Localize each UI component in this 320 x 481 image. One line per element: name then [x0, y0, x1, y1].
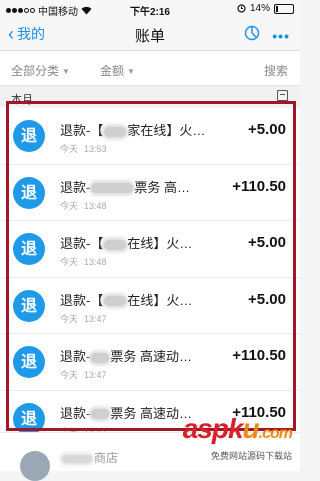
- more-icon[interactable]: •••: [272, 28, 290, 44]
- name-prefix: 退款-【: [60, 236, 104, 251]
- refund-avatar: 退: [13, 233, 45, 265]
- date-label: 今天: [60, 313, 79, 324]
- nav-bar: ‹ 我的 账单 •••: [0, 18, 300, 51]
- list-item[interactable]: 退 退款- 票务 高速动… 今天 13:47 +110.50: [0, 334, 300, 391]
- name-suffix: 票务 高速动…: [110, 349, 192, 364]
- caret-down-icon: ▼: [62, 67, 70, 77]
- status-bar: 中国移动 下午2:16 14%: [0, 0, 300, 18]
- transaction-time: 今天 13:53: [60, 142, 107, 155]
- name-prefix: 退款-【: [60, 123, 104, 138]
- refund-avatar: 退: [13, 289, 45, 322]
- amount-filter[interactable]: 金额 ▼: [100, 62, 135, 79]
- month-section-header: 本月: [0, 86, 300, 106]
- transaction-name: 退款- 票务 高速动…: [60, 346, 192, 365]
- name-suffix: 票务 高速动…: [110, 405, 192, 421]
- list-item[interactable]: 退 退款-【 家在线】火… 今天 13:53 +5.00: [0, 108, 300, 165]
- refund-avatar: 退: [13, 176, 45, 209]
- transaction-amount: +5.00: [248, 121, 286, 138]
- transaction-time: 今天 13:48: [60, 199, 107, 212]
- name-prefix: 退款-: [60, 405, 91, 421]
- redacted-blur: [62, 454, 92, 463]
- section-label: 本月: [11, 94, 33, 106]
- list-item-partial[interactable]: 商店: [0, 432, 300, 481]
- amount-filter-label: 金额: [100, 64, 125, 78]
- partial-text: 商店: [62, 449, 118, 466]
- transaction-amount: +110.50: [232, 177, 286, 195]
- name-suffix: 票务 高…: [134, 179, 190, 195]
- transaction-time: 今天 13:48: [60, 255, 107, 268]
- redacted-blur: [91, 183, 134, 194]
- time-label: 13:53: [84, 144, 107, 154]
- alarm-icon: [237, 4, 246, 13]
- battery-group: 14%: [237, 3, 294, 14]
- redacted-blur: [91, 352, 110, 363]
- search-button[interactable]: 搜索: [264, 62, 288, 79]
- date-label: 今天: [60, 144, 79, 154]
- name-prefix: 退款-: [60, 349, 91, 364]
- calendar-icon[interactable]: [277, 90, 288, 101]
- category-filter[interactable]: 全部分类 ▼: [11, 62, 70, 79]
- transaction-name: 退款-【 在线】火…: [60, 290, 192, 309]
- name-suffix: 在线】火…: [127, 292, 193, 308]
- time-label: 13:48: [84, 200, 107, 211]
- refund-avatar: 退: [13, 402, 45, 435]
- name-prefix: 退款-【: [60, 292, 104, 308]
- transaction-list: 退 退款-【 家在线】火… 今天 13:53 +5.00 退 退款- 票务 高… 今天…: [0, 108, 300, 447]
- date-label: 今天: [60, 200, 79, 211]
- transaction-name: 退款-【 在线】火…: [60, 233, 192, 252]
- redacted-blur: [104, 296, 127, 307]
- avatar: [20, 451, 50, 481]
- redacted-blur: [91, 409, 110, 420]
- time-label: 13:48: [84, 257, 107, 267]
- list-item[interactable]: 退 退款- 票务 高… 今天 13:48 +110.50: [0, 165, 300, 221]
- redacted-blur: [104, 239, 127, 250]
- name-suffix: 在线】火…: [127, 236, 193, 251]
- transaction-amount: +110.50: [232, 403, 286, 421]
- transaction-name: 退款-【 家在线】火…: [60, 120, 205, 139]
- battery-percent: 14%: [249, 3, 270, 14]
- partial-label: 商店: [94, 451, 119, 465]
- date-label: 今天: [60, 257, 79, 267]
- refund-avatar: 退: [13, 120, 45, 152]
- transaction-time: 今天 13:47: [60, 312, 107, 325]
- time-label: 13:47: [84, 313, 107, 324]
- transaction-name: 退款- 票务 高速动…: [60, 403, 192, 422]
- filter-bar: 全部分类 ▼ 金额 ▼ 搜索: [0, 51, 300, 86]
- transaction-amount: +5.00: [248, 234, 286, 251]
- list-item[interactable]: 退 退款-【 在线】火… 今天 13:47 +5.00: [0, 278, 300, 334]
- transaction-amount: +110.50: [232, 347, 286, 364]
- list-item[interactable]: 退 退款-【 在线】火… 今天 13:48 +5.00: [0, 221, 300, 278]
- transaction-name: 退款- 票务 高…: [60, 177, 190, 196]
- pie-chart-icon[interactable]: [244, 25, 260, 41]
- redacted-blur: [104, 126, 127, 137]
- time-label: 13:47: [84, 370, 107, 380]
- category-filter-label: 全部分类: [11, 64, 60, 78]
- transaction-time: 今天 13:47: [60, 368, 107, 381]
- name-suffix: 家在线】火…: [127, 123, 206, 138]
- battery-icon: [274, 3, 294, 14]
- caret-down-icon: ▼: [127, 67, 135, 77]
- refund-avatar: 退: [13, 346, 45, 378]
- date-label: 今天: [60, 370, 79, 380]
- name-prefix: 退款-: [60, 179, 91, 195]
- transaction-amount: +5.00: [248, 290, 286, 308]
